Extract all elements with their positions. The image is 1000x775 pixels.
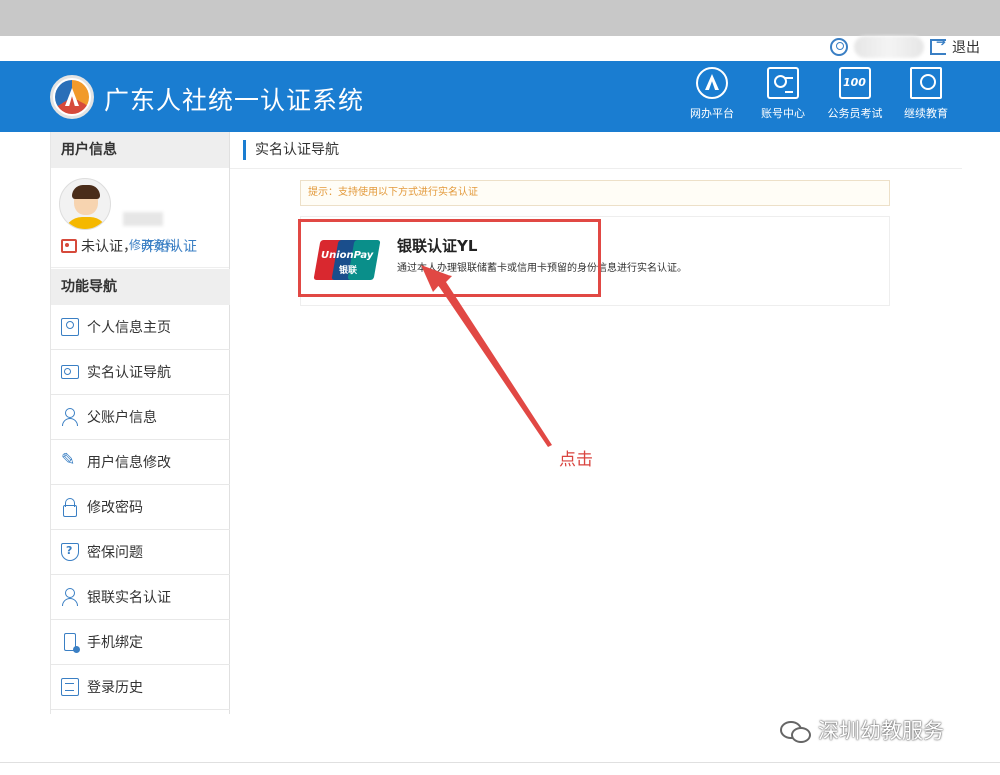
watermark: 深圳幼教服务 bbox=[780, 715, 944, 745]
logout-link[interactable]: 退出 bbox=[952, 37, 980, 57]
blurred-user-name bbox=[123, 212, 163, 226]
sidebar-item-label: 密保问题 bbox=[87, 545, 143, 561]
nav-label: 网办平台 bbox=[690, 107, 734, 120]
sidebar-item-profile-home[interactable]: 个人信息主页 bbox=[51, 305, 230, 350]
verify-status-text: 未认证， bbox=[81, 239, 137, 255]
sidebar-item-security-question[interactable]: 密保问题 bbox=[51, 530, 230, 575]
nav-civil-exam[interactable]: 公务员考试 bbox=[820, 67, 890, 127]
platform-icon bbox=[696, 67, 728, 99]
highlight-box bbox=[298, 219, 601, 297]
bottom-cutoff-bar bbox=[0, 762, 1000, 775]
profile-home-icon bbox=[61, 318, 79, 336]
tip-banner: 提示：支持使用以下方式进行实名认证 bbox=[300, 180, 890, 206]
shield-icon bbox=[61, 543, 79, 561]
user-info-heading: 用户信息 bbox=[51, 132, 229, 168]
user-icon bbox=[61, 408, 79, 426]
sidebar-item-phone-binding[interactable]: 手机绑定 bbox=[51, 620, 230, 665]
sidebar-item-realname-nav[interactable]: 实名认证导航 bbox=[51, 350, 230, 395]
sidebar-item-label: 银联实名认证 bbox=[87, 590, 171, 606]
divider bbox=[230, 168, 962, 169]
verify-status: 未认证， 开始认证 bbox=[61, 236, 197, 256]
click-annotation: 点击 bbox=[559, 450, 593, 470]
sidebar-item-label: 实名认证导航 bbox=[87, 365, 171, 381]
sidebar-item-login-history[interactable]: 登录历史 bbox=[51, 665, 230, 710]
avatar bbox=[59, 178, 111, 230]
id-card-icon bbox=[61, 239, 77, 253]
user-icon bbox=[61, 588, 79, 606]
sidebar-item-change-password[interactable]: 修改密码 bbox=[51, 485, 230, 530]
sidebar-item-edit-info[interactable]: 用户信息修改 bbox=[51, 440, 230, 485]
phone-icon bbox=[64, 633, 80, 653]
logo-icon bbox=[50, 75, 94, 119]
nav-account-center[interactable]: 账号中心 bbox=[748, 67, 818, 127]
education-icon bbox=[910, 67, 942, 99]
site-header: 广东人社统一认证系统 网办平台 账号中心 公务员考试 继续教育 bbox=[0, 61, 1000, 132]
nav-label: 公务员考试 bbox=[827, 107, 883, 120]
user-area: 退出 bbox=[830, 35, 980, 58]
browser-top-bar bbox=[0, 0, 1000, 36]
start-verify-link[interactable]: 开始认证 bbox=[141, 236, 197, 256]
logout-icon[interactable] bbox=[930, 35, 946, 55]
sidebar-item-label: 修改密码 bbox=[87, 500, 143, 516]
function-menu: 个人信息主页 实名认证导航 父账户信息 用户信息修改 修改密码 密保问题 银联实… bbox=[51, 305, 230, 710]
id-card-icon bbox=[61, 365, 79, 379]
page-title: 实名认证导航 bbox=[243, 140, 339, 160]
sidebar-item-label: 个人信息主页 bbox=[87, 320, 171, 336]
user-avatar-icon[interactable] bbox=[830, 38, 848, 56]
sidebar-item-label: 登录历史 bbox=[87, 680, 143, 696]
watermark-text: 深圳幼教服务 bbox=[818, 719, 944, 743]
sidebar-item-label: 父账户信息 bbox=[87, 410, 157, 426]
sidebar-item-unionpay-verify[interactable]: 银联实名认证 bbox=[51, 575, 230, 620]
wechat-icon bbox=[780, 719, 811, 743]
sidebar-item-parent-account[interactable]: 父账户信息 bbox=[51, 395, 230, 440]
nav-online-platform[interactable]: 网办平台 bbox=[677, 67, 747, 127]
nav-label: 继续教育 bbox=[904, 107, 948, 120]
system-title: 广东人社统一认证系统 bbox=[104, 86, 365, 115]
history-icon bbox=[61, 678, 79, 696]
function-nav-heading: 功能导航 bbox=[51, 269, 230, 305]
nav-label: 账号中心 bbox=[761, 107, 805, 120]
lock-icon bbox=[61, 498, 79, 517]
blurred-username bbox=[854, 36, 924, 58]
nav-continuing-education[interactable]: 继续教育 bbox=[891, 67, 961, 127]
sidebar-item-label: 用户信息修改 bbox=[87, 455, 171, 471]
edit-icon bbox=[61, 450, 79, 471]
sidebar-item-label: 手机绑定 bbox=[87, 635, 143, 651]
sidebar: 用户信息 修改资料 未认证， 开始认证 功能导航 个人信息主页 实名认证导航 父… bbox=[50, 132, 230, 714]
account-center-icon bbox=[767, 67, 799, 99]
exam-icon bbox=[839, 67, 871, 99]
